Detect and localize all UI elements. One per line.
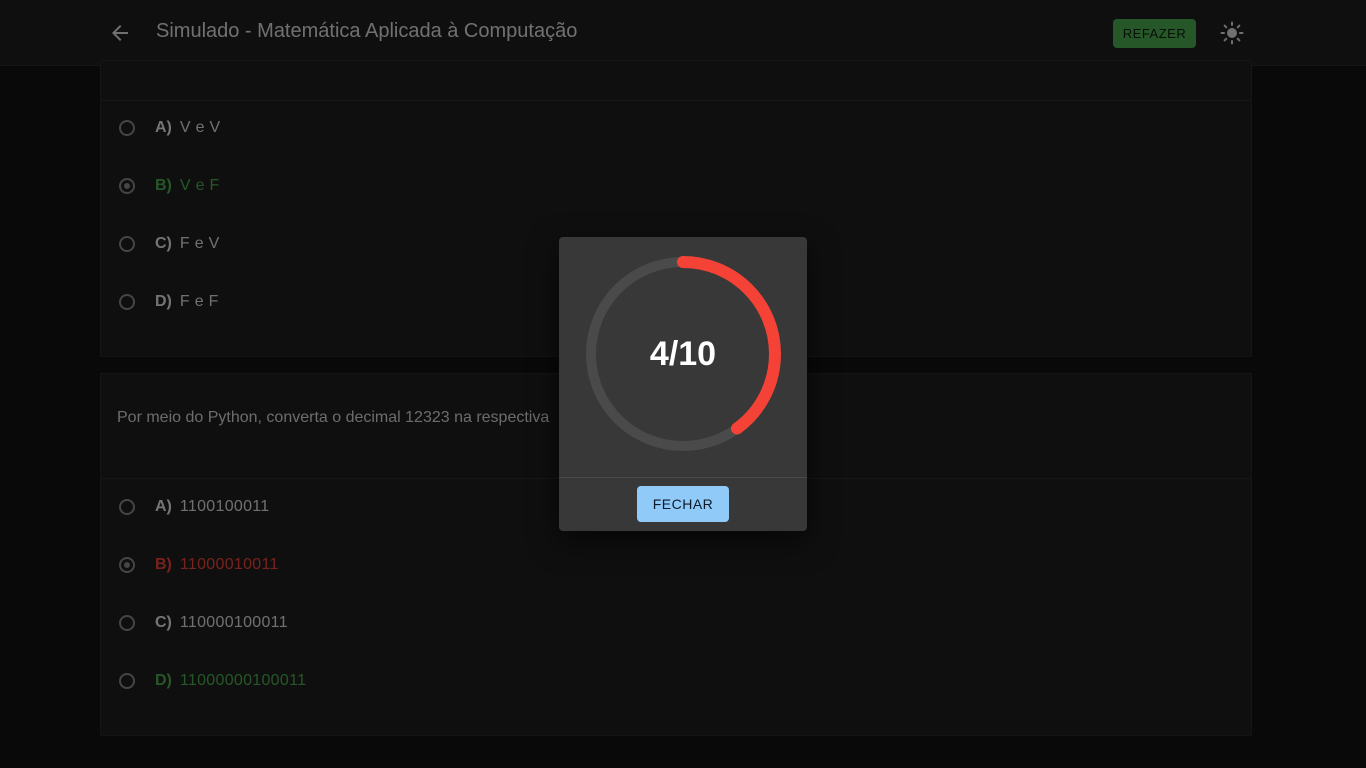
score-text: 4/10 [649,335,717,373]
close-button[interactable]: FECHAR [637,486,729,522]
dialog-divider [559,477,807,478]
result-dialog: 4/10 FECHAR [559,237,807,531]
